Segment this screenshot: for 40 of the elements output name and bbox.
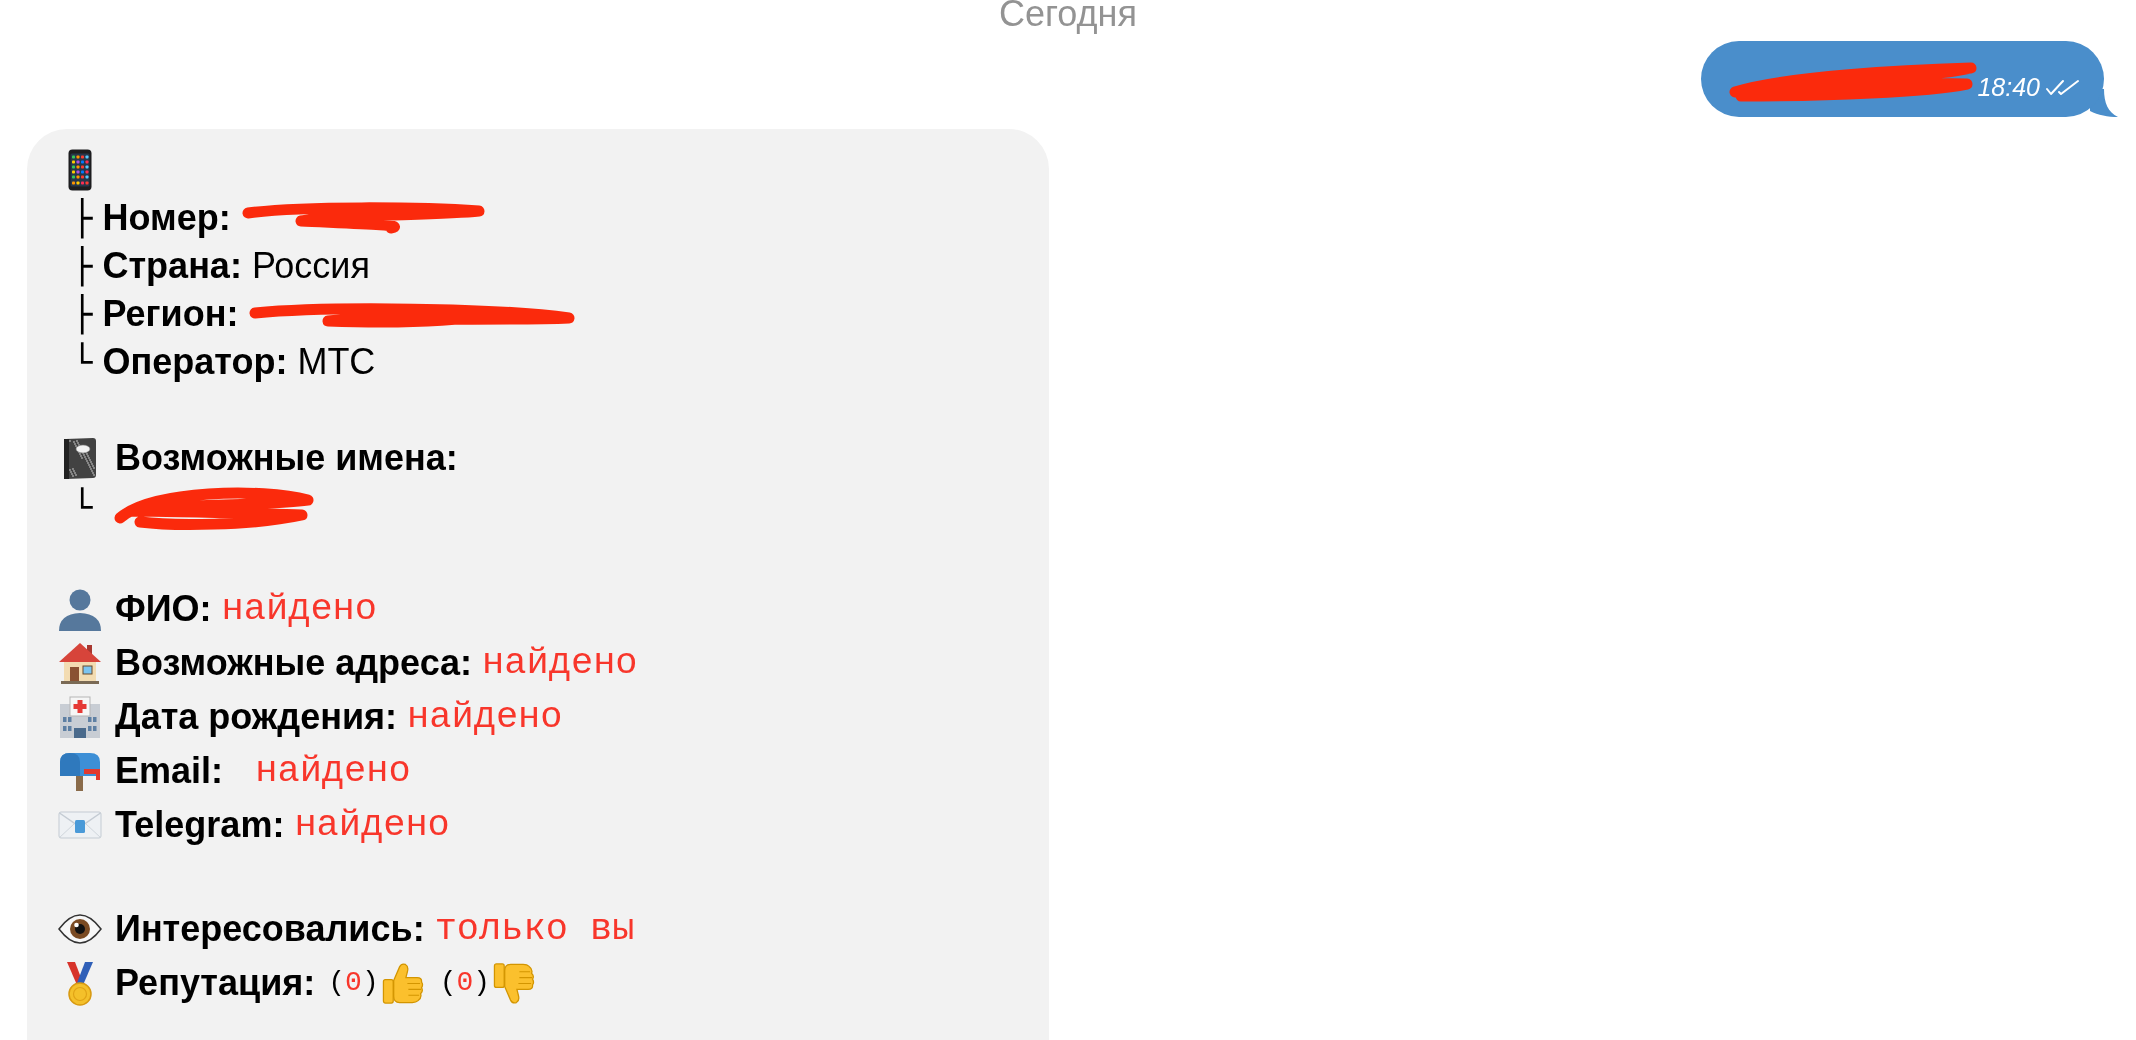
notebook-icon (62, 437, 98, 479)
medal-icon (65, 960, 95, 1006)
tree-branch: └ (72, 341, 93, 384)
field-value: найдено (482, 641, 638, 685)
tree-branch: ├ (72, 293, 93, 336)
field-label: Дата рождения: (115, 695, 398, 739)
phone-icon (68, 149, 92, 191)
field-label: Оператор: (102, 340, 288, 384)
thumbs-down-icon (492, 961, 536, 1005)
field-label: Репутация: (115, 961, 316, 1005)
tree-branch: ├ (72, 197, 93, 240)
mailbox-icon (58, 751, 102, 791)
person-silhouette-icon (58, 587, 102, 631)
hospital-icon (58, 696, 102, 738)
field-value: найдено (221, 587, 378, 631)
message-time: 18:40 (1977, 74, 2040, 100)
field-label: Регион: (102, 292, 239, 336)
envelope-icon (58, 811, 102, 839)
field-value: только вы (434, 907, 635, 951)
eye-icon (58, 914, 102, 944)
thumbs-up-icon (380, 961, 424, 1005)
vote-count: (0) (439, 966, 491, 1000)
field-value: МТС (297, 340, 376, 384)
field-value: Россия (251, 244, 370, 288)
field-label: Telegram: (115, 803, 285, 847)
field-label: Возможные адреса: (115, 641, 473, 685)
vote-count: (0) (328, 966, 379, 1000)
field-label: Страна: (102, 244, 242, 288)
section-title: Возможные имена: (115, 436, 458, 480)
field-label: Номер: (102, 196, 231, 240)
tree-branch: └ (72, 486, 93, 529)
house-icon (58, 642, 102, 684)
field-value: найдено (407, 695, 563, 739)
field-value: найдено (254, 749, 411, 793)
field-value: найдено (294, 803, 450, 847)
date-label: Сегодня (999, 0, 1137, 32)
field-label: Email: (115, 749, 224, 793)
field-label: ФИО: (115, 587, 212, 631)
field-label: Интересовались: (115, 907, 425, 951)
tree-branch: ├ (72, 245, 93, 288)
